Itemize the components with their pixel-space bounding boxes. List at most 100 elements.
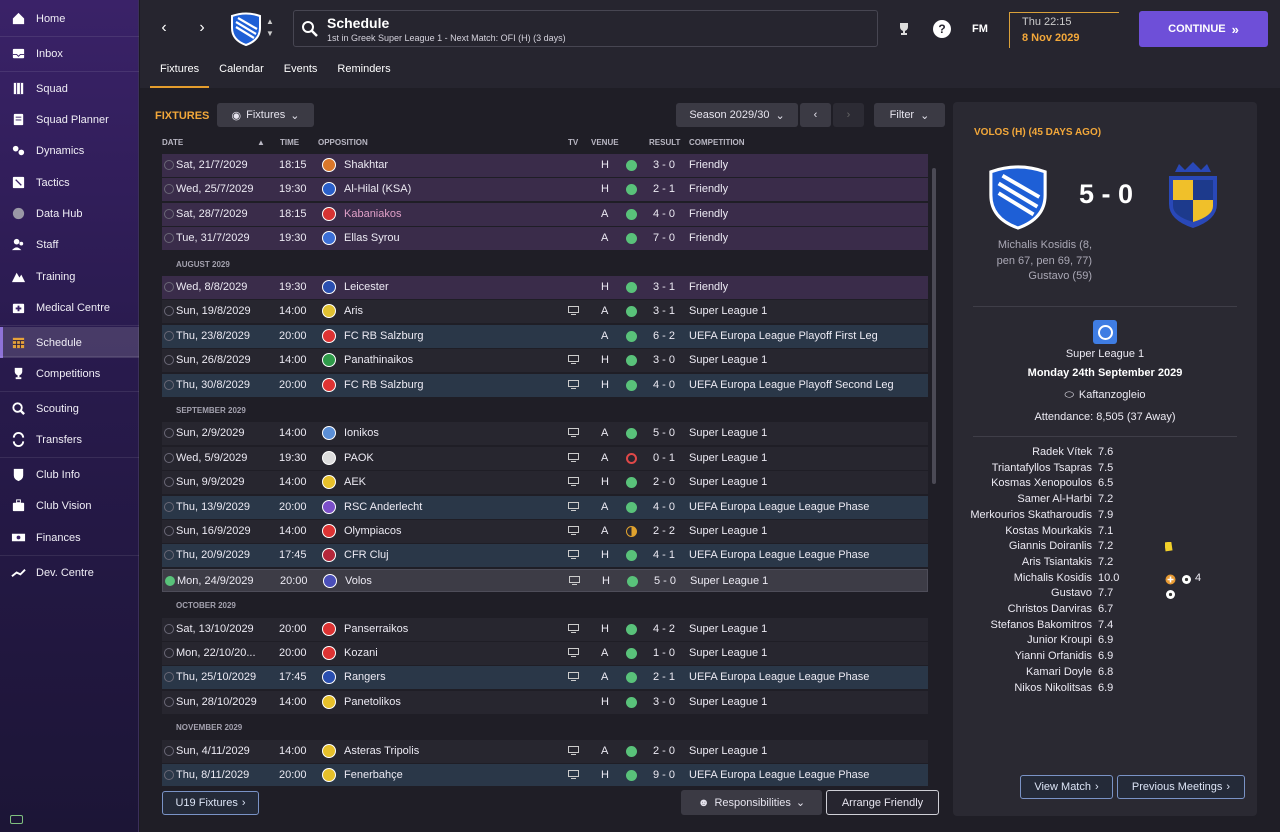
fixture-row[interactable]: Sun, 4/11/2029 14:00 Asteras Tripolis A 2 - … (162, 739, 928, 763)
opponent-crest-icon[interactable] (322, 304, 336, 319)
sidebar-item-dynamics[interactable]: Dynamics (0, 135, 139, 166)
row-checkbox[interactable] (164, 330, 174, 341)
player-rating-row[interactable]: Christos Darviras 6.7 (953, 603, 1257, 619)
club-badge-icon[interactable] (230, 12, 262, 46)
away-team-crest-icon[interactable] (1165, 160, 1221, 230)
fixture-row[interactable]: Thu, 13/9/2029 20:00 RSC Anderlecht A 4 - 0 U… (162, 495, 928, 519)
forward-button[interactable]: › (190, 16, 214, 40)
fixture-row[interactable]: Sun, 28/10/2029 14:00 Panetolikos H 3 - 0 Sup… (162, 690, 928, 714)
row-checkbox[interactable] (164, 208, 174, 219)
player-rating-row[interactable]: Kamari Doyle 6.8 (953, 666, 1257, 682)
continue-button[interactable]: CONTINUE » (1139, 11, 1268, 47)
opponent-crest-icon[interactable] (322, 670, 336, 685)
fixture-row[interactable]: Thu, 8/11/2029 20:00 Fenerbahçe H 9 - 0 UEFA … (162, 764, 928, 786)
game-date[interactable]: Thu 22:15 8 Nov 2029 (1009, 12, 1119, 48)
sidebar-item-club-vision[interactable]: Club Vision (0, 490, 139, 521)
opponent-crest-icon[interactable] (322, 328, 336, 343)
tab-fixtures[interactable]: Fixtures (150, 60, 210, 88)
player-rating-row[interactable]: Gustavo 7.7 (953, 587, 1257, 603)
opponent-crest-icon[interactable] (322, 475, 336, 490)
opponent-crest-icon[interactable] (322, 450, 336, 465)
previous-meetings-button[interactable]: Previous Meetings › (1117, 775, 1245, 799)
fixture-row[interactable]: Tue, 31/7/2029 19:30 Ellas Syrou A 7 - 0 Frie… (162, 227, 928, 251)
fixture-row[interactable]: Sat, 21/7/2029 18:15 Shakhtar H 3 - 0 Friendl… (162, 154, 928, 177)
sidebar-item-squad[interactable]: Squad (0, 73, 139, 104)
row-checkbox[interactable] (164, 160, 174, 170)
fixture-row[interactable]: Sun, 9/9/2029 14:00 AEK H 2 - 0 Super League … (162, 471, 928, 495)
fm-menu-button[interactable]: FM (970, 19, 990, 39)
opponent-crest-icon[interactable] (322, 377, 336, 392)
help-icon[interactable]: ? (932, 19, 952, 39)
row-checkbox[interactable] (164, 648, 174, 658)
col-date[interactable]: DATE (162, 138, 183, 147)
player-rating-row[interactable]: Triantafyllos Tsapras 7.5 (953, 462, 1257, 478)
opponent-crest-icon[interactable] (322, 206, 336, 221)
sidebar-item-finances[interactable]: Finances (0, 522, 139, 553)
tab-calendar[interactable]: Calendar (209, 60, 274, 88)
opponent-crest-icon[interactable] (322, 231, 336, 246)
row-checkbox[interactable] (164, 452, 174, 463)
row-checkbox[interactable] (164, 379, 174, 390)
fixture-row[interactable]: Wed, 5/9/2029 19:30 PAOK A 0 - 1 Super League… (162, 446, 928, 470)
sidebar-item-tactics[interactable]: Tactics (0, 167, 139, 198)
row-checkbox[interactable] (164, 355, 174, 366)
fixture-row[interactable]: Mon, 22/10/20... 20:00 Kozani A 1 - 0 Super L… (162, 642, 928, 665)
player-rating-row[interactable]: Stefanos Bakomitros 7.4 (953, 619, 1257, 635)
fixture-row[interactable]: Thu, 20/9/2029 17:45 CFR Cluj H 4 - 1 UEFA Eu… (162, 544, 928, 568)
next-season-button[interactable]: › (833, 103, 864, 127)
row-checkbox[interactable] (164, 428, 174, 439)
season-dropdown[interactable]: Season 2029/30 ⌄ (676, 103, 798, 127)
sidebar-item-scouting[interactable]: Scouting (0, 393, 139, 424)
sidebar-item-staff[interactable]: Staff (0, 229, 139, 260)
row-checkbox[interactable] (164, 770, 174, 780)
row-checkbox[interactable] (164, 233, 174, 244)
fixture-row[interactable]: Sun, 2/9/2029 14:00 Ionikos A 5 - 0 Super Lea… (162, 422, 928, 446)
opponent-crest-icon[interactable] (322, 499, 336, 514)
player-rating-row[interactable]: Junior Kroupi 6.9 (953, 634, 1257, 650)
sidebar-item-data-hub[interactable]: Data Hub (0, 198, 139, 229)
fixture-row[interactable]: Wed, 8/8/2029 19:30 Leicester H 3 - 1 Friendl… (162, 276, 928, 299)
player-rating-row[interactable]: Michalis Kosidis 10.0 4 (953, 572, 1257, 588)
sort-arrow-icon[interactable]: ▲ (257, 138, 265, 147)
opponent-crest-icon[interactable] (323, 573, 337, 588)
sidebar-item-dev-centre[interactable]: Dev. Centre (0, 557, 139, 588)
fixture-row[interactable]: Sun, 19/8/2029 14:00 Aris A 3 - 1 Super Leagu… (162, 300, 928, 324)
opponent-crest-icon[interactable] (322, 694, 336, 709)
u19-fixtures-button[interactable]: U19 Fixtures › (162, 791, 259, 815)
sidebar-item-competitions[interactable]: Competitions (0, 358, 139, 389)
player-rating-row[interactable]: Kosmas Xenopoulos 6.5 (953, 477, 1257, 493)
opponent-crest-icon[interactable] (322, 743, 336, 758)
opponent-crest-icon[interactable] (322, 524, 336, 538)
trophy-award-icon[interactable] (894, 19, 914, 39)
row-checkbox[interactable] (164, 745, 174, 756)
back-button[interactable]: ‹ (152, 16, 176, 40)
player-rating-row[interactable]: Giannis Doiranlis 7.2 (953, 540, 1257, 556)
col-time[interactable]: TIME (280, 138, 299, 147)
responsibilities-dropdown[interactable]: ☻ Responsibilities ⌄ (681, 790, 822, 815)
col-tv[interactable]: TV (568, 138, 578, 147)
opponent-crest-icon[interactable] (322, 548, 336, 563)
player-rating-row[interactable]: Kostas Mourkakis 7.1 (953, 525, 1257, 541)
title-box[interactable]: Schedule 1st in Greek Super League 1 - N… (293, 10, 878, 47)
row-checkbox[interactable] (164, 477, 174, 488)
tab-reminders[interactable]: Reminders (327, 60, 400, 88)
row-checkbox[interactable] (164, 501, 174, 512)
opponent-crest-icon[interactable] (322, 621, 336, 636)
sidebar-item-home[interactable]: Home (0, 3, 139, 34)
fixture-row[interactable]: Sat, 28/7/2029 18:15 Kabaniakos A 4 - 0 Frien… (162, 202, 928, 226)
col-venue[interactable]: VENUE (591, 138, 619, 147)
col-result[interactable]: RESULT (649, 138, 680, 147)
search-icon[interactable] (301, 20, 319, 38)
opponent-crest-icon[interactable] (322, 353, 336, 368)
sidebar-item-training[interactable]: Training (0, 261, 139, 292)
row-checkbox[interactable] (164, 672, 174, 683)
row-checkbox[interactable] (164, 282, 174, 292)
sidebar-item-club-info[interactable]: Club Info (0, 459, 139, 490)
row-checkbox[interactable] (165, 575, 175, 586)
player-rating-row[interactable]: Merkourios Skatharoudis 7.9 (953, 509, 1257, 525)
view-match-button[interactable]: View Match › (1020, 775, 1113, 799)
fixtures-scrollbar[interactable] (932, 168, 936, 484)
fixture-row[interactable]: Mon, 24/9/2029 20:00 Volos H 5 - 0 Super Leag… (162, 568, 928, 592)
fixtures-view-dropdown[interactable]: ◉ Fixtures ⌄ (217, 103, 314, 127)
filter-dropdown[interactable]: Filter ⌄ (874, 103, 945, 127)
